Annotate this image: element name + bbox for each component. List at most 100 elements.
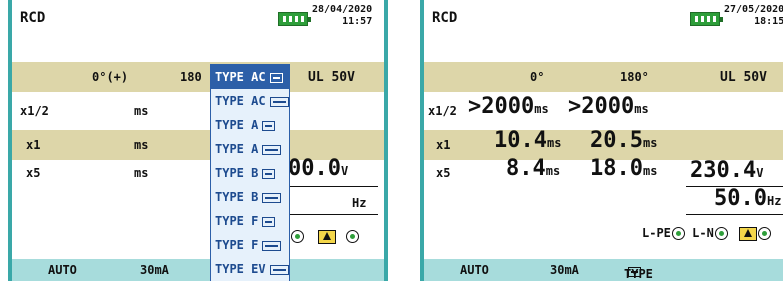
clock-time: 18:15 [754, 16, 783, 27]
f-mixed-icon [262, 216, 276, 227]
row-half-0deg: >2000ms [468, 94, 549, 119]
row-x1-0deg: 10.4ms [494, 128, 561, 153]
status-indicator-icon [346, 230, 360, 243]
right-rcd-screen: RCD 27/05/2020 18:15 0° 180° UL 50V x1/2… [420, 0, 783, 281]
voltage-underline [288, 186, 378, 187]
footer-mode[interactable]: AUTO [460, 263, 489, 277]
row-x1-unit: ms [134, 138, 149, 152]
clock: 28/04/2020 11:57 [312, 4, 372, 28]
footer-bar: AUTO 30mA [12, 259, 384, 281]
clock-date: 28/04/2020 [312, 4, 373, 15]
dropdown-item-type-b[interactable]: TYPE B [211, 161, 289, 185]
dropdown-item-type-a[interactable]: TYPE A [211, 113, 289, 137]
status-indicator-icon [758, 227, 772, 240]
footer-current[interactable]: 30mA [550, 263, 579, 277]
row-half-unit: ms [134, 104, 149, 118]
dropdown-item-label: TYPE A [215, 142, 259, 156]
lpe-label: L-PE [642, 226, 671, 240]
row-x1-0deg-unit: ms [546, 136, 562, 150]
row-label-x5: x5 [26, 166, 41, 180]
left-rcd-screen: RCD 28/04/2020 11:57 0°(+) 180 UL 50V x1… [8, 0, 388, 281]
row-x5-0deg: 8.4ms [506, 156, 560, 181]
row-x5-180deg: 18.0ms [590, 156, 657, 181]
freq-unit: Hz [766, 194, 782, 208]
ev-icon [269, 264, 289, 275]
row-half-180deg-value: >2000 [568, 94, 635, 119]
row-half-180deg: >2000ms [568, 94, 649, 119]
row-label-half: x1/2 [20, 104, 49, 118]
b-dc-double-icon [262, 192, 282, 203]
row-x5-180deg-value: 18.0 [590, 156, 643, 181]
dropdown-item-label: TYPE EV [215, 262, 266, 276]
row-x1-180deg-unit: ms [642, 136, 658, 150]
dropdown-item-label: TYPE AC [215, 70, 266, 84]
row-x5-0deg-unit: ms [545, 164, 561, 178]
voltage-readout: 230.4V [690, 158, 763, 183]
voltage-readout: 00.0V [288, 156, 348, 181]
voltage-value: 00.0 [288, 156, 341, 181]
ul-limit: UL 50V [720, 70, 767, 85]
row-x1-0deg-value: 10.4 [494, 128, 547, 153]
row-x5-180deg-unit: ms [642, 164, 658, 178]
row-half-0deg-value: >2000 [468, 94, 535, 119]
row-label-x5: x5 [436, 166, 451, 180]
dropdown-item-type-b-double[interactable]: TYPE B [211, 185, 289, 209]
a-pulse-double-icon [262, 144, 282, 155]
row-half-0deg-unit: ms [534, 102, 549, 116]
row-x5-unit: ms [134, 166, 149, 180]
freq-value: 50.0 [714, 186, 767, 211]
dropdown-item-type-ac-double[interactable]: TYPE AC [211, 89, 289, 113]
ac-sine-icon [269, 72, 283, 83]
clock-time: 11:57 [342, 16, 373, 27]
footer-bar: AUTO 30mA TYPE AC [424, 259, 783, 281]
rcd-type-dropdown[interactable]: TYPE AC TYPE AC TYPE A TYPE A TYPE B TYP… [210, 64, 290, 281]
row-half-180deg-unit: ms [634, 102, 649, 116]
indicator-group: L-PE L-N [642, 226, 772, 241]
phase-180-header: 180 [180, 70, 202, 84]
clock-date: 27/05/2020 [724, 4, 783, 15]
dropdown-item-type-ac[interactable]: TYPE AC [211, 65, 289, 89]
dropdown-item-type-ev[interactable]: TYPE EV [211, 257, 289, 281]
row-label-x1: x1 [26, 138, 41, 152]
battery-icon [278, 12, 311, 26]
phase-180-header: 180° [620, 70, 649, 84]
row-x1-180deg-value: 20.5 [590, 128, 643, 153]
footer-mode[interactable]: AUTO [48, 263, 77, 277]
dropdown-item-type-f[interactable]: TYPE F [211, 209, 289, 233]
ln-indicator-icon [714, 227, 728, 240]
row-label-half: x1/2 [428, 104, 457, 118]
ac-sine-icon [628, 267, 641, 277]
row-x5-0deg-value: 8.4 [506, 156, 546, 181]
f-mixed-double-icon [262, 240, 282, 251]
indicator-group [290, 226, 360, 245]
ac-sine-double-icon [269, 96, 289, 107]
freq-underline [288, 214, 378, 215]
freq-unit: Hz [352, 196, 367, 210]
voltage-value: 230.4 [690, 158, 757, 183]
a-pulse-icon [262, 120, 276, 131]
freq-underline [686, 214, 783, 215]
screen-title: RCD [432, 10, 458, 26]
phase-0-header: 0°(+) [92, 70, 129, 84]
ln-label: L-N [692, 226, 714, 240]
dropdown-item-label: TYPE A [215, 118, 259, 132]
dropdown-item-type-f-double[interactable]: TYPE F [211, 233, 289, 257]
screen-title: RCD [20, 10, 46, 26]
dropdown-item-label: TYPE F [215, 238, 259, 252]
ul-limit: UL 50V [308, 70, 355, 85]
dropdown-item-type-a-double[interactable]: TYPE A [211, 137, 289, 161]
row-label-x1: x1 [436, 138, 451, 152]
warning-icon [317, 229, 336, 244]
voltage-unit: V [340, 164, 349, 178]
freq-readout: 50.0Hz [714, 186, 781, 211]
ln-indicator-icon [291, 230, 304, 243]
dropdown-item-label: TYPE AC [215, 94, 266, 108]
dropdown-item-label: TYPE B [215, 190, 259, 204]
clock: 27/05/2020 18:15 [724, 4, 783, 28]
b-dc-icon [262, 168, 276, 179]
footer-current[interactable]: 30mA [140, 263, 169, 277]
dropdown-item-label: TYPE B [215, 166, 259, 180]
battery-icon [690, 12, 723, 26]
lpe-indicator-icon [671, 227, 685, 240]
warning-icon [739, 226, 758, 241]
